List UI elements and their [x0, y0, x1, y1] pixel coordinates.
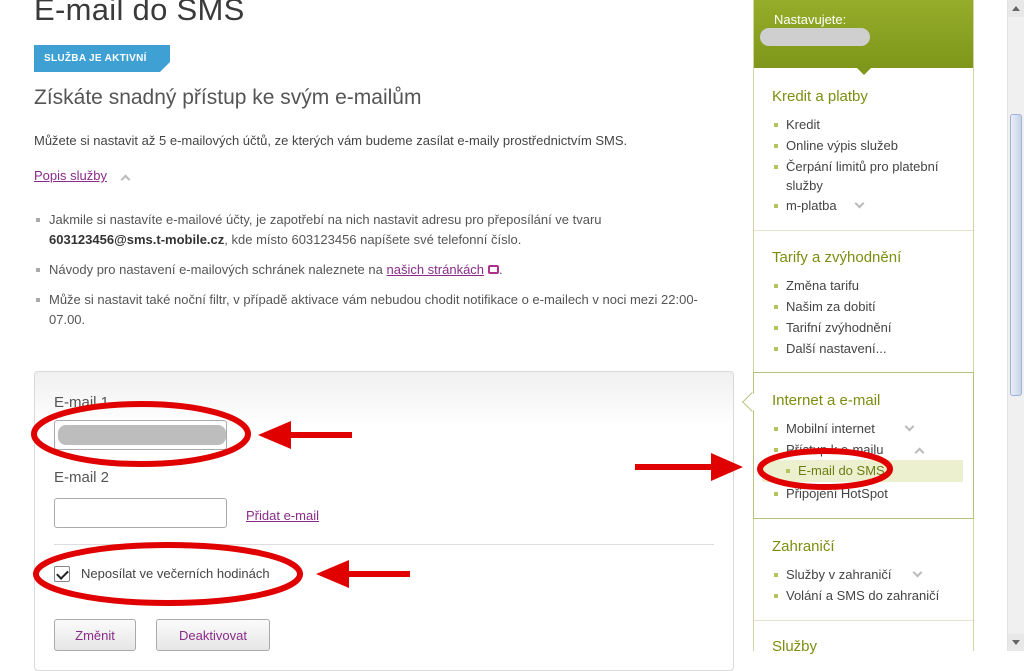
- sidebar-header: Nastavujete:: [754, 0, 973, 68]
- redacted-value: [58, 425, 226, 445]
- redacted-phone-number: [760, 28, 870, 46]
- sidebar-item-pripojeni-hotspot[interactable]: Připojení HotSpot: [772, 484, 967, 503]
- scrollbar-thumb[interactable]: [1010, 114, 1022, 396]
- description-toggle-link[interactable]: Popis služby: [34, 168, 107, 183]
- sidebar-item-email-do-sms[interactable]: E-mail do SMS: [784, 461, 979, 480]
- change-button[interactable]: Změnit: [54, 619, 136, 651]
- night-filter-label[interactable]: Neposílat ve večerních hodinách: [81, 566, 270, 581]
- sidebar-item-zmena-tarifu[interactable]: Změna tarifu: [772, 276, 967, 295]
- sidebar-item-nasim-za-dobiti[interactable]: Našim za dobití: [772, 297, 967, 316]
- intro-text: Můžete si nastavit až 5 e-mailových účtů…: [34, 133, 628, 148]
- bullet-text: .: [499, 262, 503, 277]
- sidebar-item-volani-a-sms[interactable]: Volání a SMS do zahraničí: [772, 586, 967, 605]
- bullet-text: , kde místo 603123456 napíšete své telef…: [224, 232, 522, 247]
- chevron-up-icon[interactable]: [120, 174, 131, 185]
- deactivate-button[interactable]: Deaktivovat: [156, 619, 270, 651]
- list-item: Návody pro nastavení e-mailových schráne…: [34, 260, 734, 280]
- description-list: Jakmile si nastavíte e-mailové účty, je …: [34, 210, 734, 340]
- sidebar-header-label: Nastavujete:: [774, 12, 847, 27]
- sidebar-item-online-vypis[interactable]: Online výpis služeb: [772, 136, 967, 155]
- email2-label: E-mail 2: [54, 469, 110, 486]
- bullet-text: Jakmile si nastavíte e-mailové účty, je …: [49, 212, 602, 227]
- list-item: Může si nastavit také noční filtr, v pří…: [34, 290, 734, 330]
- sidebar-item-mobilni-internet[interactable]: Mobilní internet: [772, 419, 967, 438]
- sidebar-item-m-platba[interactable]: m-platba: [772, 196, 967, 215]
- divider: [754, 230, 973, 231]
- bullet-text: Může si nastavit také noční filtr, v pří…: [49, 292, 698, 327]
- email1-input[interactable]: [54, 420, 227, 450]
- settings-sidebar: Nastavujete: Kredit a platby Kredit Onli…: [742, 0, 974, 655]
- guides-link[interactable]: našich stránkách: [386, 262, 484, 277]
- sidebar-item-kredit[interactable]: Kredit: [772, 115, 967, 134]
- list-item: Jakmile si nastavíte e-mailové účty, je …: [34, 210, 734, 250]
- night-filter-checkbox[interactable]: [54, 566, 70, 582]
- sidebar-section-internet[interactable]: Internet a e-mail: [772, 392, 880, 409]
- forwarding-address: 603123456@sms.t-mobile.cz: [49, 232, 225, 247]
- sidebar-section-tarify[interactable]: Tarify a zvýhodnění: [772, 249, 901, 266]
- sidebar-item-dalsi-nastaveni[interactable]: Další nastavení...: [772, 339, 967, 358]
- sidebar-section-sluzby[interactable]: Služby: [772, 638, 817, 655]
- sidebar-item-tarifni-zvyhodneni[interactable]: Tarifní zvýhodnění: [772, 318, 967, 337]
- vertical-scrollbar[interactable]: [1007, 0, 1024, 651]
- divider: [754, 620, 973, 621]
- description-toggle[interactable]: Popis služby: [34, 168, 131, 185]
- sidebar-item-sluzby-v-zahranici[interactable]: Služby v zahraničí: [772, 565, 967, 584]
- sidebar-section-kredit[interactable]: Kredit a platby: [772, 88, 868, 105]
- add-email-link[interactable]: Přidat e-mail: [246, 508, 319, 523]
- email2-input[interactable]: [54, 498, 227, 528]
- scroll-down-arrow-icon[interactable]: [1008, 634, 1024, 651]
- bullet-text: Návody pro nastavení e-mailových schráne…: [49, 262, 383, 277]
- email1-label: E-mail 1: [54, 394, 110, 411]
- pointer-arrow: [857, 68, 871, 75]
- sidebar-item-pristup-k-emailu[interactable]: Přístup k e-mailu: [772, 440, 967, 459]
- sidebar-section-zahranici[interactable]: Zahraničí: [772, 538, 835, 555]
- divider: [54, 544, 714, 545]
- status-badge: SLUŽBA JE AKTIVNÍ: [34, 45, 170, 72]
- scroll-up-arrow-icon[interactable]: [1008, 0, 1024, 17]
- external-window-icon: [488, 265, 500, 275]
- sidebar-item-cerpani-limitu[interactable]: Čerpání limitů pro platební služby: [772, 157, 967, 195]
- page-title: E-mail do SMS: [34, 0, 245, 27]
- page-subtitle: Získáte snadný přístup ke svým e-mailům: [34, 86, 422, 109]
